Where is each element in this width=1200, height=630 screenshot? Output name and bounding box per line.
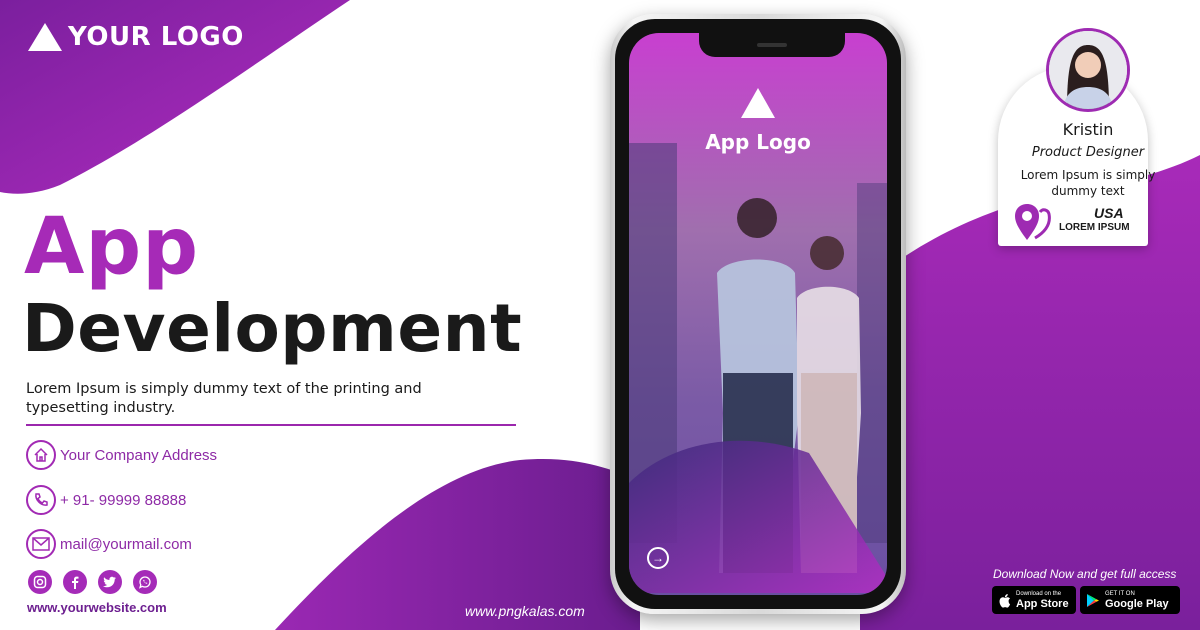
app-store-small-text: Download on the: [1016, 590, 1062, 597]
google-play-icon: [1087, 593, 1099, 607]
app-store-big-text: App Store: [1016, 597, 1069, 610]
phone-speaker: [757, 43, 787, 47]
credit-text: www.pngkalas.com: [465, 603, 585, 619]
phone-text: + 91- 99999 88888: [60, 491, 187, 509]
profile-country: USA: [1094, 205, 1124, 221]
contact-email[interactable]: mail@yourmail.com: [26, 529, 192, 559]
app-logo-triangle-icon: [741, 88, 775, 118]
headline-app: App: [24, 202, 200, 292]
profile-role: Product Designer: [1031, 145, 1145, 160]
bottom-wave-shape: [275, 459, 640, 630]
instagram-icon[interactable]: [28, 570, 52, 594]
phone-bezel: App Logo →: [615, 19, 901, 609]
profile-name: Kristin: [1062, 120, 1114, 139]
google-play-button[interactable]: GET IT ON Google Play: [1080, 586, 1180, 614]
home-icon: [26, 440, 56, 470]
tagline: Lorem Ipsum is simply dummy text of the …: [26, 381, 422, 416]
social-links: [28, 570, 157, 594]
whatsapp-icon[interactable]: [133, 570, 157, 594]
company-logo[interactable]: YOUR LOGO: [28, 22, 244, 52]
location-pin-icon: [1015, 204, 1051, 240]
phone-screen: App Logo →: [629, 33, 887, 595]
mail-icon: [26, 529, 56, 559]
profile-description: Lorem Ipsum is simply dummy text: [1020, 168, 1156, 198]
phone-icon: [26, 485, 56, 515]
google-big-text: Google Play: [1105, 597, 1169, 610]
divider: [26, 424, 516, 426]
address-text: Your Company Address: [60, 446, 218, 464]
website-link[interactable]: www.yourwebsite.com: [27, 600, 167, 615]
avatar-image: [1049, 31, 1127, 109]
logo-triangle-icon: [28, 23, 62, 51]
app-store-button[interactable]: Download on the App Store: [992, 586, 1076, 614]
contact-address[interactable]: Your Company Address: [26, 440, 217, 470]
google-small-text: GET IT ON: [1105, 590, 1135, 597]
logo-text: YOUR LOGO: [68, 22, 244, 52]
download-text: Download Now and get full access: [993, 567, 1177, 581]
contact-phone[interactable]: + 91- 99999 88888: [26, 485, 186, 515]
profile-city: LOREM IPSUM: [1059, 222, 1130, 233]
avatar: [1046, 28, 1130, 112]
app-logo-text: App Logo: [705, 130, 811, 154]
facebook-icon[interactable]: [63, 570, 87, 594]
twitter-icon[interactable]: [98, 570, 122, 594]
phone-notch: [699, 33, 845, 57]
email-text: mail@yourmail.com: [60, 535, 192, 553]
apple-icon: [999, 593, 1011, 608]
arrow-right-icon[interactable]: →: [647, 547, 669, 569]
phone-mockup: App Logo →: [610, 14, 906, 614]
app-logo: App Logo: [629, 88, 887, 154]
headline-development: Development: [22, 290, 523, 367]
